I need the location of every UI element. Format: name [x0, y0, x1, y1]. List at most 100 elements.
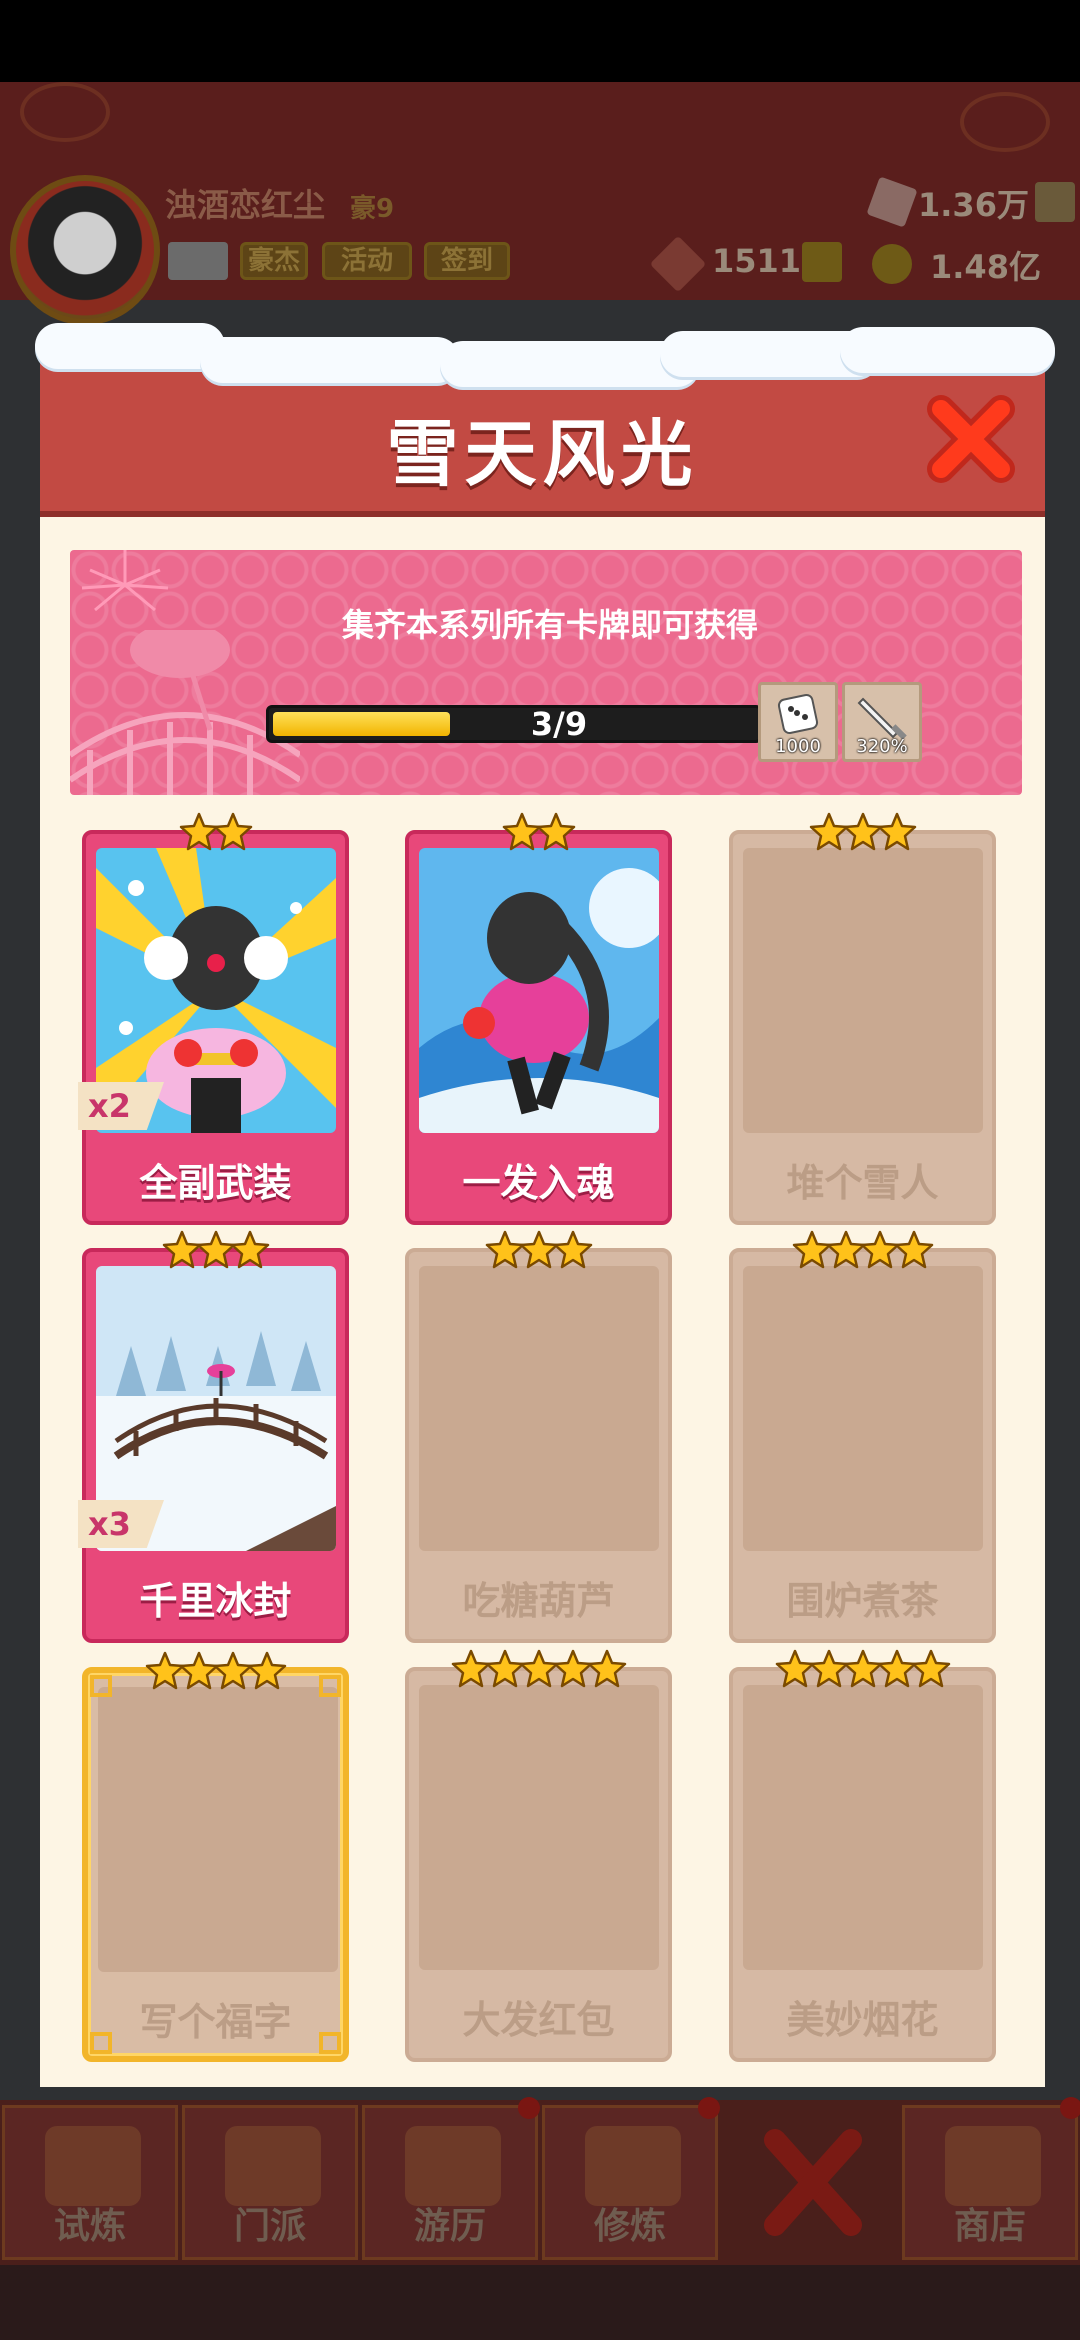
gem-amount: 1.36万: [918, 186, 1029, 224]
card-stars: [409, 1649, 668, 1689]
card-placeholder: [98, 1687, 338, 1972]
card-item[interactable]: 千里冰封 x3: [78, 1230, 349, 1643]
add-gem-button[interactable]: [1035, 182, 1075, 222]
tab-sect[interactable]: 门派: [182, 2105, 358, 2260]
card-stars: [733, 1230, 992, 1270]
modal-header: 雪天风光: [35, 323, 1055, 517]
card-item[interactable]: 堆个雪人: [729, 812, 996, 1225]
card-stars: [409, 1230, 668, 1270]
hero-button[interactable]: 豪杰: [240, 242, 308, 280]
card-placeholder: [743, 848, 983, 1133]
tab-close[interactable]: [725, 2105, 901, 2260]
cloud-decoration: [20, 82, 110, 142]
player-name: 浊酒恋红尘: [165, 186, 326, 224]
modal-title: 雪天风光: [386, 412, 699, 496]
ticket-amount: 1511: [712, 242, 802, 280]
frame-corner-ornament: [90, 1675, 112, 1697]
card-name: 全副武装: [139, 1161, 292, 1205]
card-collection-modal: 雪天风光 集齐本系列所有卡牌即可获得 3/9 1000 320% 全副武装 x2…: [35, 323, 1055, 2087]
card-name: 大发红包: [462, 1998, 615, 2042]
progress-bar: 3/9: [266, 705, 762, 743]
card-name: 吃糖葫芦: [462, 1579, 615, 1623]
reward-value: 320%: [856, 736, 908, 757]
notification-dot: [1060, 2097, 1080, 2119]
card-item[interactable]: 一发入魂: [405, 812, 672, 1225]
firework-decoration: [81, 550, 169, 612]
star-icon: [213, 812, 253, 852]
reward-banner: 集齐本系列所有卡牌即可获得 3/9 1000 320%: [70, 550, 1022, 795]
alert-icon[interactable]: [802, 242, 842, 282]
event-button[interactable]: 活动: [322, 242, 412, 280]
sect-icon: [225, 2126, 321, 2206]
close-icon: [764, 2129, 862, 2236]
reward-item[interactable]: 1000: [758, 682, 838, 762]
card-item[interactable]: 大发红包: [405, 1649, 672, 2062]
tab-trial[interactable]: 试炼: [2, 2105, 178, 2260]
frame-corner-ornament: [319, 1675, 341, 1697]
progress-text: 3/9: [530, 705, 588, 743]
tab-label: 游历: [413, 2206, 486, 2247]
reward-value: 1000: [775, 736, 821, 757]
bottom-strip: [0, 2265, 1080, 2340]
card-name: 美妙烟花: [786, 1998, 939, 2042]
card-stars: [86, 812, 345, 852]
player-level: 豪9: [350, 194, 395, 224]
tab-label: 门派: [233, 2206, 306, 2247]
tab-label: 试炼: [53, 2206, 126, 2247]
cloud-decoration: [960, 92, 1050, 152]
travel-icon: [405, 2126, 501, 2206]
card-placeholder: [743, 1266, 983, 1551]
card-item[interactable]: 吃糖葫芦: [405, 1230, 672, 1643]
star-icon: [894, 1230, 934, 1270]
tab-label: 修炼: [593, 2206, 666, 2247]
card-name: 千里冰封: [139, 1579, 292, 1623]
star-icon: [877, 812, 917, 852]
card-item[interactable]: 美妙烟花: [729, 1649, 996, 2062]
card-stars: [733, 1649, 992, 1689]
card-name: 写个福字: [139, 2000, 292, 2044]
shop-icon: [945, 2126, 1041, 2206]
card-art: [419, 848, 659, 1133]
card-item[interactable]: 全副武装 x2: [78, 812, 349, 1225]
tab-shop[interactable]: 商店: [902, 2105, 1078, 2260]
card-placeholder: [419, 1266, 659, 1551]
star-icon: [247, 1651, 287, 1691]
notification-dot: [518, 2097, 540, 2119]
card-name: 围炉煮茶: [786, 1579, 939, 1623]
close-icon: [927, 395, 1015, 483]
card-name: 一发入魂: [462, 1161, 615, 1205]
card-placeholder: [743, 1685, 983, 1970]
card-item[interactable]: 写个福字: [82, 1651, 349, 2062]
banner-text: 集齐本系列所有卡牌即可获得: [341, 606, 758, 644]
card-stars: [409, 812, 668, 852]
tab-travel[interactable]: 游历: [362, 2105, 538, 2260]
gold-coin-icon: [872, 244, 912, 284]
snow-decoration: [35, 323, 225, 369]
star-icon: [230, 1230, 270, 1270]
star-icon: [536, 812, 576, 852]
card-stars: [86, 1230, 345, 1270]
frame-corner-ornament: [319, 2032, 341, 2054]
trial-icon: [45, 2126, 141, 2206]
tab-label: 商店: [953, 2206, 1026, 2247]
gold-amount: 1.48亿: [930, 248, 1041, 286]
card-name: 堆个雪人: [786, 1161, 939, 1205]
card-stars: [733, 812, 992, 852]
snow-decoration: [840, 327, 1055, 373]
card-item[interactable]: 围炉煮茶: [729, 1230, 996, 1643]
reward-item[interactable]: 320%: [842, 682, 922, 762]
star-icon: [911, 1649, 951, 1689]
frame-corner-ornament: [90, 2032, 112, 2054]
snow-decoration: [200, 337, 460, 383]
tab-cultivate[interactable]: 修炼: [542, 2105, 718, 2260]
avatar[interactable]: [10, 175, 160, 325]
card-placeholder: [419, 1685, 659, 1970]
status-bar: [0, 0, 1080, 82]
star-icon: [553, 1230, 593, 1270]
notification-dot: [698, 2097, 720, 2119]
star-icon: [587, 1649, 627, 1689]
mail-button[interactable]: [168, 242, 228, 280]
close-button[interactable]: [925, 393, 1017, 485]
signin-button[interactable]: 签到: [424, 242, 510, 280]
card-stars: [88, 1651, 343, 1691]
